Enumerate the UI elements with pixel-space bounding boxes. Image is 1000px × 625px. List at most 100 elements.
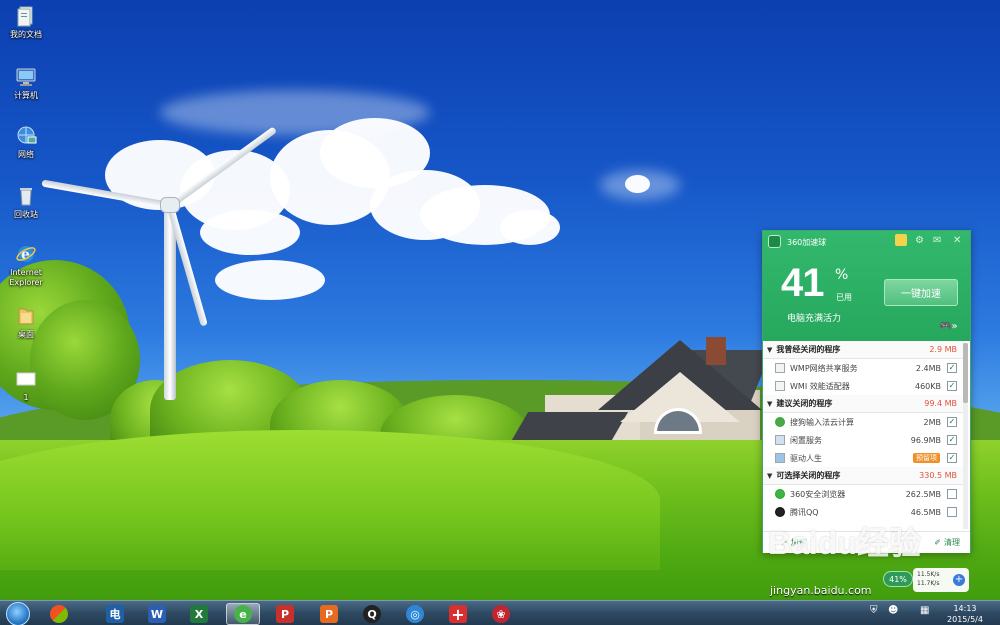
pdf-reader-icon: P <box>276 605 294 623</box>
list-item[interactable]: WMP网络共享服务 2.4MB ✓ <box>763 359 963 377</box>
system-clock[interactable]: 14:13 2015/5/4 <box>940 603 990 625</box>
taskbar-button-excel[interactable]: X <box>182 603 216 625</box>
program-name: 腾讯QQ <box>790 507 819 517</box>
desktop-icon-folder[interactable]: 桌面 <box>4 305 48 340</box>
game-mode-icon[interactable]: 🎮» <box>939 321 958 332</box>
clock-date: 2015/5/4 <box>947 615 983 624</box>
taskbar-button-pdf-reader[interactable]: P <box>268 603 302 625</box>
taskbar-button-weibo[interactable]: ◎ <box>398 603 432 625</box>
weibo-icon: ◎ <box>406 605 424 623</box>
tray-app-icon[interactable]: ☻ <box>888 605 898 616</box>
program-name: 驱动人生 <box>790 453 822 463</box>
collapse-icon: ▼ <box>767 399 773 408</box>
broom-icon: ✐ <box>934 538 941 547</box>
taskbar-button-qq[interactable]: Q <box>355 603 389 625</box>
start-button[interactable] <box>6 602 30 625</box>
checkbox-unchecked[interactable] <box>947 489 957 499</box>
documents-icon <box>15 5 37 27</box>
section-size: 99.4 MB <box>924 399 957 408</box>
dictionary-icon: 电 <box>106 605 124 623</box>
taskbar-button-explorer[interactable] <box>42 603 76 625</box>
taskbar-button-app[interactable]: ❀ <box>484 603 518 625</box>
pdf-icon: P <box>320 605 338 623</box>
watermark-logo: Baidu经验 <box>768 525 921 561</box>
list-item[interactable]: 驱动人生 预留项 ✓ <box>763 449 963 467</box>
sogou-icon <box>775 417 785 427</box>
list-item[interactable]: 闲置服务 96.9MB ✓ <box>763 431 963 449</box>
qq-icon <box>775 507 785 517</box>
checkbox-checked[interactable]: ✓ <box>947 363 957 373</box>
taskbar-button-pdf[interactable]: P <box>312 603 346 625</box>
message-icon[interactable]: ✉ <box>933 235 941 246</box>
checkbox-checked[interactable]: ✓ <box>947 435 957 445</box>
word-icon: W <box>148 605 166 623</box>
section-size: 2.9 MB <box>929 345 957 354</box>
status-text: 电脑充满活力 <box>787 314 842 324</box>
accelerator-panel: 360加速球 ⚙ ✉ ✕ 41 % 已用 电脑充满活力 一键加速 🎮» ▼ 我曾… <box>762 230 971 553</box>
taskbar-button-360-rescue[interactable]: + <box>441 603 475 625</box>
close-icon[interactable]: ✕ <box>953 235 961 246</box>
section-title: 建议关闭的程序 <box>776 399 833 408</box>
program-name: WMP网络共享服务 <box>790 363 858 373</box>
checkbox-checked[interactable]: ✓ <box>947 453 957 463</box>
clean-button[interactable]: ✐ 清理 <box>934 537 960 548</box>
taskbar-button-word[interactable]: W <box>140 603 174 625</box>
taskbar-button-dictionary[interactable]: 电 <box>98 603 132 625</box>
network-tray-icon[interactable]: ▦ <box>920 605 929 616</box>
clean-label: 清理 <box>944 538 960 547</box>
one-click-boost-button[interactable]: 一键加速 <box>884 279 958 306</box>
settings-icon[interactable]: ⚙ <box>915 235 924 246</box>
skin-icon[interactable] <box>895 234 907 246</box>
used-label: 已用 <box>836 293 852 302</box>
section-header-suggested[interactable]: ▼ 建议关闭的程序 99.4 MB <box>763 395 963 413</box>
list-item[interactable]: WMI 效能适配器 460KB ✓ <box>763 377 963 395</box>
desktop-icon-documents[interactable]: 我的文档 <box>4 5 48 40</box>
program-size: 46.5MB <box>910 507 941 517</box>
checkbox-checked[interactable]: ✓ <box>947 417 957 427</box>
desktop-icon-label: 桌面 <box>18 330 34 339</box>
security-shield-icon[interactable]: ⛨ <box>870 605 878 616</box>
add-icon[interactable]: + <box>953 574 965 586</box>
excel-icon: X <box>190 605 208 623</box>
section-header-previously-closed[interactable]: ▼ 我曾经关闭的程序 2.9 MB <box>763 341 963 359</box>
program-list: ▼ 我曾经关闭的程序 2.9 MB WMP网络共享服务 2.4MB ✓ WMI … <box>763 341 963 531</box>
service-icon <box>775 363 785 373</box>
accelerator-ball[interactable]: 41% <box>883 571 913 587</box>
list-item[interactable]: 搜狗输入法云计算 2MB ✓ <box>763 413 963 431</box>
program-size: 262.5MB <box>905 489 941 499</box>
computer-icon <box>15 66 37 88</box>
desktop-icon-network[interactable]: 网络 <box>4 125 48 160</box>
ie-icon: e <box>15 243 37 265</box>
percent-sign: % <box>835 267 849 283</box>
desktop-icon-computer[interactable]: 计算机 <box>4 66 48 101</box>
program-name: 搜狗输入法云计算 <box>790 417 854 427</box>
accelerator-header: 360加速球 ⚙ ✉ ✕ 41 % 已用 电脑充满活力 一键加速 🎮» <box>763 231 970 341</box>
collapse-icon: ▼ <box>767 471 773 480</box>
driver-icon <box>775 453 785 463</box>
section-header-optional[interactable]: ▼ 可选择关闭的程序 330.5 MB <box>763 467 963 485</box>
checkbox-checked[interactable]: ✓ <box>947 381 957 391</box>
program-size: 96.9MB <box>910 435 941 445</box>
desktop-icon-recycle-bin[interactable]: 回收站 <box>4 185 48 220</box>
collapse-icon: ▼ <box>767 345 773 354</box>
section-title: 我曾经关闭的程序 <box>776 345 841 354</box>
desktop-icon-file[interactable]: 1 <box>4 368 48 403</box>
section-title: 可选择关闭的程序 <box>776 471 841 480</box>
checkbox-unchecked[interactable] <box>947 507 957 517</box>
memory-percent: 41 <box>781 261 824 305</box>
section-size: 330.5 MB <box>919 471 957 480</box>
watermark-url: jingyan.baidu.com <box>770 584 872 597</box>
list-item[interactable]: 360安全浏览器 262.5MB <box>763 485 963 503</box>
desktop-icon-internet-explorer[interactable]: e Internet Explorer <box>4 243 48 288</box>
avatar[interactable] <box>768 235 781 248</box>
desktop-icon-label: 网络 <box>18 150 34 159</box>
360-browser-icon <box>775 489 785 499</box>
program-name: WMI 效能适配器 <box>790 381 850 391</box>
desktop-icon-label: 我的文档 <box>10 30 42 39</box>
list-scrollbar[interactable] <box>963 343 968 529</box>
recycle-bin-icon <box>15 185 37 207</box>
360-rescue-icon: + <box>449 605 467 624</box>
program-size: 460KB <box>914 381 941 391</box>
qq-icon: Q <box>363 605 381 623</box>
taskbar-button-360-browser[interactable]: e <box>226 603 260 625</box>
